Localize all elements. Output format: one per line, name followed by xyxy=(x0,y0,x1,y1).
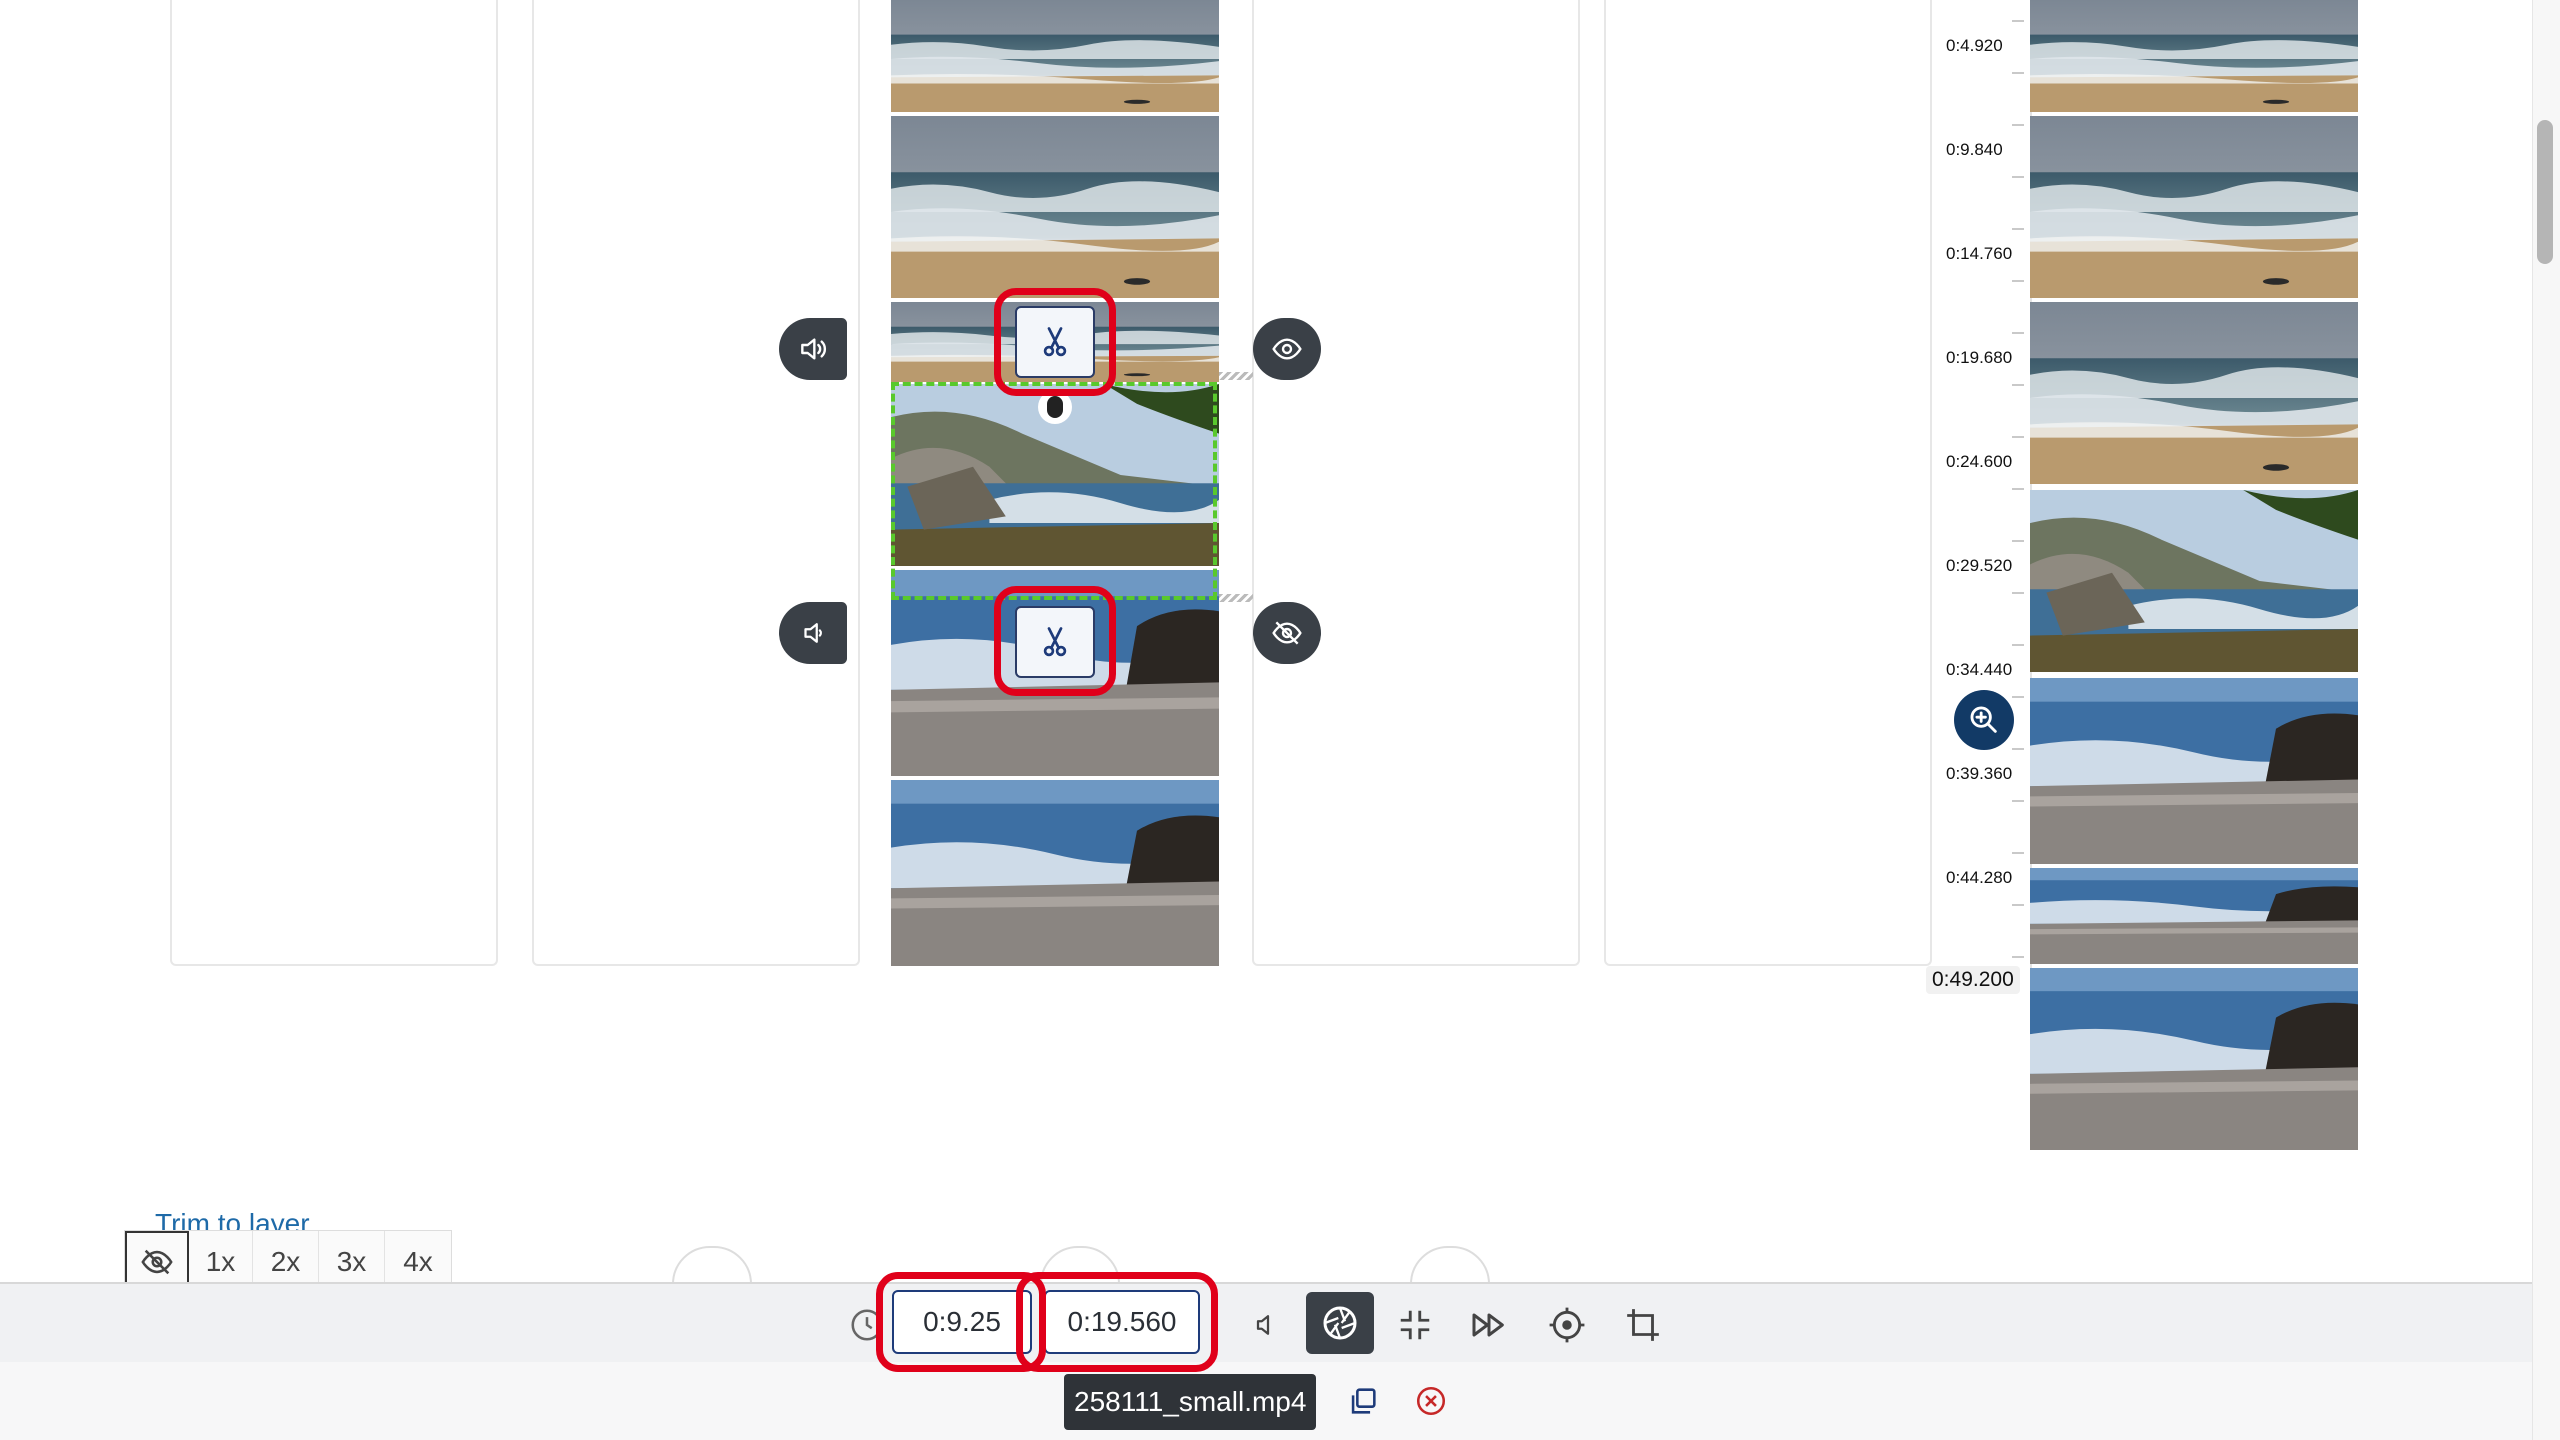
target-button[interactable] xyxy=(1536,1294,1598,1356)
ruler-tick xyxy=(2012,384,2024,386)
trim-marker xyxy=(1219,594,1253,602)
ruler-tick xyxy=(2012,20,2024,22)
timeline-lane-4 xyxy=(1252,0,1580,966)
ruler-tick xyxy=(2012,644,2024,646)
timeline-lane-5 xyxy=(1604,0,1932,966)
cut-end-button[interactable] xyxy=(1015,606,1095,678)
ruler-label: 0:39.360 xyxy=(1946,764,2013,783)
scissors-icon xyxy=(1037,624,1073,660)
ruler-end-label: 0:49.200 xyxy=(1926,966,2020,994)
ruler-label: 0:19.680 xyxy=(1946,348,2013,367)
preview-frame[interactable] xyxy=(2030,116,2358,298)
aperture-icon xyxy=(1323,1306,1357,1340)
fast-forward-icon xyxy=(1472,1313,1504,1337)
timeline-lane-2 xyxy=(532,0,860,966)
ruler-label: 0:9.840 xyxy=(1946,140,2003,159)
copy-icon xyxy=(1351,1388,1376,1414)
video-frame[interactable] xyxy=(891,780,1219,966)
copy-button[interactable] xyxy=(1346,1384,1382,1420)
mute-button[interactable] xyxy=(1232,1294,1294,1356)
zoom-in-icon xyxy=(1970,706,1997,733)
ruler-label: 0:4.920 xyxy=(1946,36,2003,55)
preview-frame[interactable] xyxy=(2030,302,2358,484)
start-time-input[interactable]: 0:9.25 xyxy=(892,1290,1032,1354)
ruler-label: 0:24.600 xyxy=(1946,452,2013,471)
scissors-icon xyxy=(1037,324,1073,360)
preview-frame[interactable] xyxy=(2030,868,2358,964)
shrink-icon xyxy=(1400,1310,1430,1340)
ruler-tick xyxy=(2012,800,2024,802)
remove-button[interactable] xyxy=(1414,1384,1450,1420)
preview-frame[interactable] xyxy=(2030,678,2358,864)
trim-to-layer-link[interactable]: Trim to layer xyxy=(155,1208,310,1232)
ruler-tick xyxy=(2012,332,2024,334)
eye-off-icon xyxy=(140,1245,174,1279)
volume-low-icon xyxy=(798,618,828,648)
preview-frame[interactable] xyxy=(2030,968,2358,1150)
ruler-tick xyxy=(2012,956,2024,958)
preview-frame[interactable] xyxy=(2030,0,2358,112)
ruler-tick xyxy=(2012,436,2024,438)
video-frame[interactable] xyxy=(891,0,1219,112)
ruler-tick xyxy=(2012,488,2024,490)
ruler-tick xyxy=(2012,124,2024,126)
volume-high-icon xyxy=(797,333,829,365)
show-layer-button[interactable] xyxy=(1253,318,1321,380)
shrink-button[interactable] xyxy=(1384,1294,1446,1356)
ruler-tick xyxy=(2012,852,2024,854)
crop-icon xyxy=(1627,1309,1659,1341)
ruler-tick xyxy=(2012,280,2024,282)
ruler-tick xyxy=(2012,696,2024,698)
zoom-in-button[interactable] xyxy=(1954,690,2014,750)
eye-off-icon xyxy=(1271,617,1303,649)
scrollbar-thumb[interactable] xyxy=(2537,120,2553,264)
close-circle-icon xyxy=(1416,1386,1446,1416)
clock-icon xyxy=(848,1306,886,1349)
ruler-tick xyxy=(2012,748,2024,750)
aperture-button[interactable] xyxy=(1306,1292,1374,1354)
volume-low-button[interactable] xyxy=(779,602,847,664)
video-frame[interactable] xyxy=(891,116,1219,298)
trim-marker xyxy=(1219,372,1253,380)
speaker-icon xyxy=(1256,1315,1270,1335)
ruler-tick xyxy=(2012,228,2024,230)
crop-button[interactable] xyxy=(1612,1294,1674,1356)
ruler-label: 0:29.520 xyxy=(1946,556,2013,575)
volume-high-button[interactable] xyxy=(779,318,847,380)
timeline-lane-1 xyxy=(170,0,498,966)
ruler-label: 0:14.760 xyxy=(1946,244,2013,263)
ruler-tick xyxy=(2012,72,2024,74)
end-time-input[interactable]: 0:19.560 xyxy=(1044,1290,1200,1354)
ruler-tick xyxy=(2012,592,2024,594)
hide-layer-button[interactable] xyxy=(1253,602,1321,664)
ruler-tick xyxy=(2012,540,2024,542)
target-icon xyxy=(1549,1307,1585,1343)
ruler-tick xyxy=(2012,904,2024,906)
file-name-label: 258111_small.mp4 xyxy=(1064,1374,1317,1430)
drag-handle[interactable] xyxy=(1038,390,1072,424)
ruler-tick xyxy=(2012,176,2024,178)
eye-icon xyxy=(1271,333,1303,365)
fast-forward-button[interactable] xyxy=(1458,1294,1520,1356)
preview-frame[interactable] xyxy=(2030,490,2358,672)
ruler-label: 0:44.280 xyxy=(1946,868,2013,887)
ruler-label: 0:34.440 xyxy=(1946,660,2013,679)
cut-start-button[interactable] xyxy=(1015,306,1095,378)
